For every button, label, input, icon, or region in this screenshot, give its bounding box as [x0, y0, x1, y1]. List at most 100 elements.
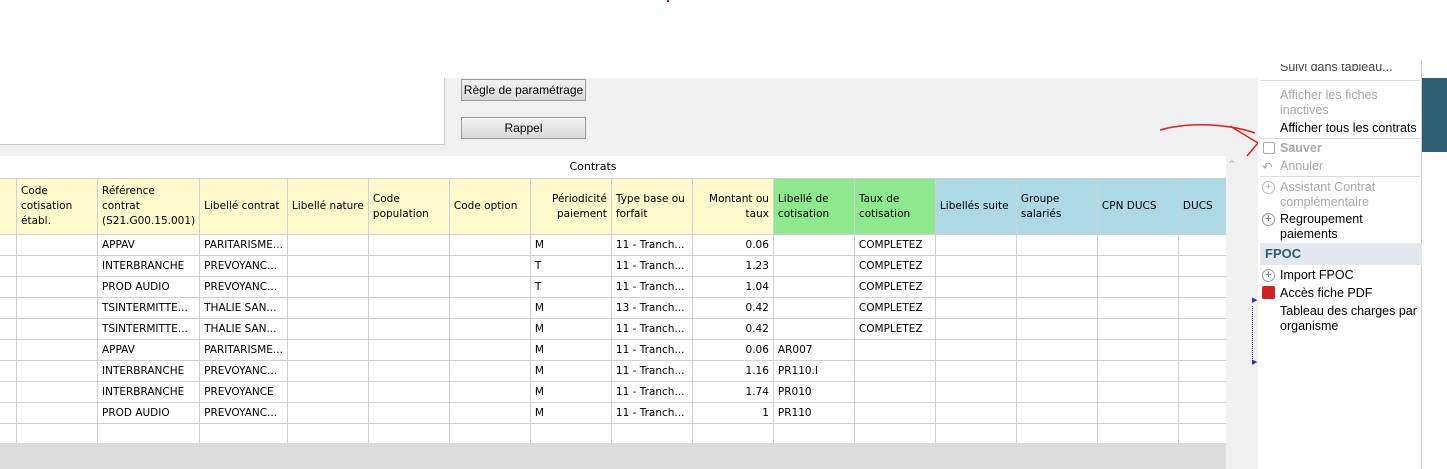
- column-header[interactable]: Libellé nature: [286, 178, 369, 235]
- table-cell[interactable]: [367, 276, 450, 298]
- table-cell[interactable]: [853, 360, 936, 382]
- table-cell[interactable]: [1096, 423, 1179, 445]
- table-cell[interactable]: PREVOYANC...: [199, 276, 288, 298]
- vertical-scrollbar[interactable]: ^ ▶ ▶: [1226, 156, 1258, 469]
- table-cell[interactable]: [772, 318, 855, 340]
- table-cell[interactable]: M: [529, 402, 612, 424]
- table-cell[interactable]: [0, 276, 17, 298]
- table-cell[interactable]: PARITARISME...: [199, 339, 288, 361]
- horizontal-scrollbar[interactable]: [0, 443, 1226, 469]
- sauver-button[interactable]: Sauver: [1280, 141, 1322, 156]
- table-cell[interactable]: [286, 381, 369, 403]
- table-cell[interactable]: 11 - Tranch...: [610, 276, 693, 298]
- table-row[interactable]: APPAV PARITARISME... M 11 - Tranch... 0.06 CO…: [0, 234, 1240, 256]
- table-cell[interactable]: M: [529, 360, 612, 382]
- table-row[interactable]: APPAV PARITARISME... M 11 - Tranch... 0.06 AR…: [0, 339, 1240, 361]
- table-cell[interactable]: TSINTERMITTE...: [96, 318, 201, 340]
- table-cell[interactable]: 0.06: [691, 339, 774, 361]
- table-cell[interactable]: 0.42: [691, 297, 774, 319]
- table-cell[interactable]: THALIE SAN...: [199, 318, 288, 340]
- table-row[interactable]: TSINTERMITTE... THALIE SAN... M 11 - Tranch…: [0, 318, 1240, 340]
- table-cell[interactable]: [16, 318, 98, 340]
- table-cell[interactable]: [448, 255, 531, 277]
- table-row[interactable]: [0, 423, 1240, 445]
- table-cell[interactable]: [0, 234, 17, 256]
- table-cell[interactable]: PREVOYANC...: [199, 402, 288, 424]
- column-header[interactable]: Libellé contrat: [199, 178, 288, 235]
- table-cell[interactable]: [1096, 255, 1179, 277]
- column-header[interactable]: Libellé de cotisation: [772, 178, 855, 235]
- table-cell[interactable]: [16, 360, 98, 382]
- table-cell[interactable]: [286, 423, 369, 445]
- table-cell[interactable]: [0, 402, 17, 424]
- table-cell[interactable]: 1: [691, 402, 774, 424]
- table-cell[interactable]: [448, 360, 531, 382]
- table-cell[interactable]: [853, 339, 936, 361]
- suivi-tableau-item[interactable]: Suivi dans tableau...: [1280, 64, 1393, 74]
- import-fpoc-item[interactable]: Import FPOC: [1280, 268, 1354, 283]
- table-cell[interactable]: THALIE SAN...: [199, 297, 288, 319]
- regle-parametrage-button[interactable]: Règle de paramétrage: [461, 79, 586, 101]
- table-cell[interactable]: [1096, 381, 1179, 403]
- table-cell[interactable]: 11 - Tranch...: [610, 255, 693, 277]
- table-cell[interactable]: TSINTERMITTE...: [96, 297, 201, 319]
- table-cell[interactable]: [934, 318, 1017, 340]
- column-header[interactable]: Code option: [448, 178, 531, 235]
- table-cell[interactable]: [96, 423, 201, 445]
- table-cell[interactable]: [199, 423, 288, 445]
- afficher-fiches-inactives-item[interactable]: Afficher les fiches inactives: [1280, 88, 1420, 118]
- table-cell[interactable]: INTERBRANCHE: [96, 360, 201, 382]
- table-cell[interactable]: 11 - Tranch...: [610, 234, 693, 256]
- table-cell[interactable]: 1.74: [691, 381, 774, 403]
- table-cell[interactable]: [772, 297, 855, 319]
- table-row[interactable]: INTERBRANCHE PREVOYANC... M 11 - Tranch... 1…: [0, 360, 1240, 382]
- table-cell[interactable]: [1096, 234, 1179, 256]
- table-cell[interactable]: [448, 423, 531, 445]
- table-cell[interactable]: [0, 297, 17, 319]
- table-cell[interactable]: [286, 297, 369, 319]
- table-cell[interactable]: [1096, 297, 1179, 319]
- table-cell[interactable]: M: [529, 318, 612, 340]
- table-cell[interactable]: M: [529, 234, 612, 256]
- table-cell[interactable]: [16, 255, 98, 277]
- table-cell[interactable]: M: [529, 381, 612, 403]
- column-header[interactable]: Libellé: [0, 178, 17, 235]
- table-cell[interactable]: [16, 339, 98, 361]
- column-header[interactable]: Montant ou taux: [691, 178, 774, 235]
- table-cell[interactable]: [448, 234, 531, 256]
- column-header[interactable]: Référence contrat (S21.G00.15.001): [96, 178, 201, 235]
- table-cell[interactable]: [367, 423, 450, 445]
- table-cell[interactable]: PROD AUDIO: [96, 276, 201, 298]
- table-cell[interactable]: PR110.I: [772, 360, 855, 382]
- column-header[interactable]: Groupe salariés: [1015, 178, 1098, 235]
- table-cell[interactable]: [934, 402, 1017, 424]
- table-cell[interactable]: [934, 339, 1017, 361]
- table-cell[interactable]: 11 - Tranch...: [610, 339, 693, 361]
- table-cell[interactable]: APPAV: [96, 234, 201, 256]
- table-cell[interactable]: [934, 234, 1017, 256]
- table-cell[interactable]: APPAV: [96, 339, 201, 361]
- table-cell[interactable]: [1015, 423, 1098, 445]
- table-cell[interactable]: [448, 318, 531, 340]
- table-cell[interactable]: [1015, 339, 1098, 361]
- table-cell[interactable]: [286, 402, 369, 424]
- table-cell[interactable]: [367, 339, 450, 361]
- table-cell[interactable]: [934, 381, 1017, 403]
- column-header[interactable]: Taux de cotisation: [853, 178, 936, 235]
- table-cell[interactable]: COMPLETEZ: [853, 255, 936, 277]
- table-cell[interactable]: [691, 423, 774, 445]
- table-cell[interactable]: COMPLETEZ: [853, 276, 936, 298]
- rappel-button[interactable]: Rappel: [461, 117, 586, 139]
- table-cell[interactable]: [1015, 318, 1098, 340]
- table-cell[interactable]: [448, 339, 531, 361]
- table-cell[interactable]: [934, 255, 1017, 277]
- table-cell[interactable]: [286, 234, 369, 256]
- table-cell[interactable]: 11 - Tranch...: [610, 402, 693, 424]
- table-cell[interactable]: [853, 423, 936, 445]
- table-cell[interactable]: [16, 381, 98, 403]
- table-cell[interactable]: PREVOYANC...: [199, 360, 288, 382]
- table-cell[interactable]: [367, 234, 450, 256]
- table-cell[interactable]: [16, 276, 98, 298]
- table-cell[interactable]: PREVOYANC...: [199, 255, 288, 277]
- table-cell[interactable]: [853, 402, 936, 424]
